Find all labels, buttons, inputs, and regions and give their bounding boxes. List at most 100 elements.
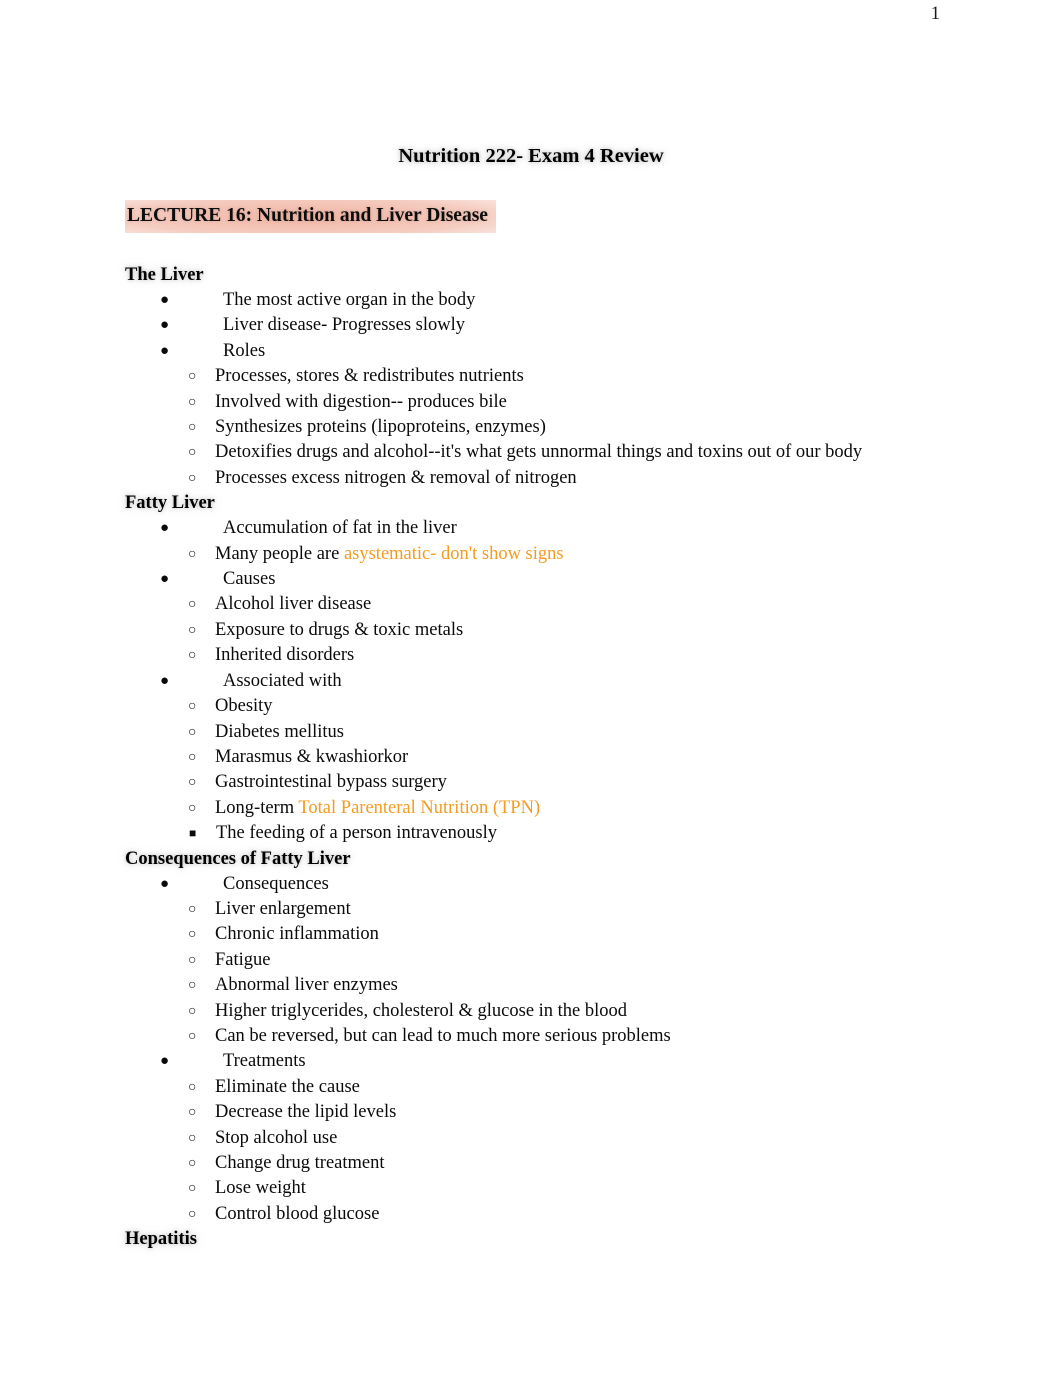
list-item-label: Obesity <box>215 696 273 717</box>
list-item: ● Consequences <box>160 872 937 897</box>
circle-bullet-icon: ○ <box>188 546 197 562</box>
consequences-sublist: ○ Liver enlargement ○ Chronic inflammati… <box>125 897 937 1049</box>
list-item-label-prefix: Many people are <box>215 543 344 564</box>
list-item-label: Decrease the lipid levels <box>215 1102 397 1123</box>
circle-bullet-icon: ○ <box>188 1206 197 1222</box>
list-item-label: Stop alcohol use <box>215 1127 338 1148</box>
section-heading-consequences-of-fatty-liver: Consequences of Fatty Liver <box>125 848 351 869</box>
list-item-label: Control blood glucose <box>215 1203 380 1224</box>
list-item-label: Higher triglycerides, cholesterol & gluc… <box>215 1000 628 1021</box>
list-item: ● Accumulation of fat in the liver <box>160 516 937 541</box>
circle-bullet-icon: ○ <box>188 699 197 715</box>
section-fatty-liver-heading-container: Fatty Liver <box>125 491 937 516</box>
list-item-label: Gastrointestinal bypass surgery <box>215 772 447 793</box>
fatty-liver-associated-sublist: ○ Obesity ○ Diabetes mellitus ○ Marasmus… <box>125 694 937 821</box>
list-item: ○ Control blood glucose <box>188 1202 937 1227</box>
circle-bullet-icon: ○ <box>188 648 197 664</box>
circle-bullet-icon: ○ <box>188 978 197 994</box>
list-item: ○ Abnormal liver enzymes <box>188 973 937 998</box>
list-item-label: Detoxifies drugs and alcohol--it's what … <box>215 442 863 463</box>
list-item: ● Roles <box>160 339 937 364</box>
fatty-liver-associated-list: ● Associated with <box>125 669 937 694</box>
list-item: ○ Alcohol liver disease <box>188 592 937 617</box>
circle-bullet-icon: ○ <box>188 445 197 461</box>
disc-bullet-icon: ● <box>160 292 170 308</box>
list-item-label: Synthesizes proteins (lipoproteins, enzy… <box>215 417 546 438</box>
list-item: ■ The feeding of a person intravenously <box>189 821 937 846</box>
fatty-liver-accumulation-list: ● Accumulation of fat in the liver <box>125 516 937 541</box>
list-item-label: Associated with <box>223 670 342 691</box>
list-item: ○ Detoxifies drugs and alcohol--it's wha… <box>188 440 937 465</box>
the-liver-roles-list: ○ Processes, stores & redistributes nutr… <box>125 364 937 491</box>
list-item: ○ Marasmus & kwashiorkor <box>188 745 937 770</box>
list-item: ○ Exposure to drugs & toxic metals <box>188 618 937 643</box>
list-item: ○ Long-term Total Parenteral Nutrition (… <box>188 796 937 821</box>
list-item: ○ Lose weight <box>188 1176 937 1201</box>
list-item: ○ Gastrointestinal bypass surgery <box>188 770 937 795</box>
list-item-label: Liver disease- Progresses slowly <box>223 315 465 336</box>
list-item: ○ Synthesizes proteins (lipoproteins, en… <box>188 415 937 440</box>
circle-bullet-icon: ○ <box>188 800 197 816</box>
disc-bullet-icon: ● <box>160 875 170 892</box>
circle-bullet-icon: ○ <box>188 724 197 740</box>
circle-bullet-icon: ○ <box>188 394 197 410</box>
list-item: ○ Change drug treatment <box>188 1151 937 1176</box>
list-item-label: Involved with digestion-- produces bile <box>215 391 507 412</box>
list-item: ○ Inherited disorders <box>188 643 937 668</box>
list-item-label: Treatments <box>223 1051 306 1072</box>
document-page: 1 Nutrition 222- Exam 4 Review LECTURE 1… <box>0 0 1062 1377</box>
circle-bullet-icon: ○ <box>188 749 197 765</box>
lecture-heading-container: LECTURE 16: Nutrition and Liver Disease <box>125 200 937 263</box>
square-bullet-icon: ■ <box>189 826 197 841</box>
circle-bullet-icon: ○ <box>188 1181 197 1197</box>
list-item: ○ Fatigue <box>188 948 937 973</box>
circle-bullet-icon: ○ <box>188 952 197 968</box>
list-item: ○ Higher triglycerides, cholesterol & gl… <box>188 999 937 1024</box>
consequences-label-list: ● Consequences <box>125 872 937 897</box>
list-item-label-accent: asystematic- don't show signs <box>343 543 564 564</box>
list-item-label: Accumulation of fat in the liver <box>223 518 457 539</box>
circle-bullet-icon: ○ <box>188 927 197 943</box>
list-item: ● Associated with <box>160 669 937 694</box>
list-item-label-prefix: Long-term <box>215 797 299 818</box>
list-item-label: Change drug treatment <box>215 1153 385 1173</box>
circle-bullet-icon: ○ <box>188 597 197 613</box>
list-item-label: Chronic inflammation <box>215 924 379 945</box>
section-consequences-heading-container: Consequences of Fatty Liver <box>125 847 937 872</box>
lecture-16-heading: LECTURE 16: Nutrition and Liver Disease <box>125 200 496 233</box>
circle-bullet-icon: ○ <box>188 775 197 791</box>
list-item-label-accent: Total Parenteral Nutrition (TPN) <box>298 797 541 818</box>
list-item-label: Processes, stores & redistributes nutrie… <box>215 366 524 387</box>
section-hepatitis-heading-container: Hepatitis <box>125 1227 937 1252</box>
treatments-sublist: ○ Eliminate the cause ○ Decrease the lip… <box>125 1075 937 1227</box>
fatty-liver-tpn-sublist: ■ The feeding of a person intravenously <box>125 821 937 846</box>
list-item-label: Diabetes mellitus <box>215 721 344 742</box>
disc-bullet-icon: ● <box>160 317 170 334</box>
list-item-label: Roles <box>223 340 266 361</box>
circle-bullet-icon: ○ <box>188 420 197 436</box>
circle-bullet-icon: ○ <box>188 1105 197 1121</box>
list-item: ○ Chronic inflammation <box>188 922 937 947</box>
list-item-label: Consequences <box>223 873 329 894</box>
circle-bullet-icon: ○ <box>188 369 197 385</box>
list-item: ● The most active organ in the body <box>160 288 937 313</box>
list-item: ○ Eliminate the cause <box>188 1075 937 1100</box>
circle-bullet-icon: ○ <box>188 1079 197 1095</box>
circle-bullet-icon: ○ <box>188 1130 197 1146</box>
circle-bullet-icon: ○ <box>188 1028 197 1044</box>
list-item-label: Exposure to drugs & toxic metals <box>215 619 464 640</box>
list-item: ○ Many people are asystematic- don't sho… <box>188 542 937 567</box>
list-item: ● Treatments <box>160 1049 937 1074</box>
section-heading-fatty-liver: Fatty Liver <box>125 493 215 514</box>
list-item: ○ Stop alcohol use <box>188 1126 937 1151</box>
list-item-label: Eliminate the cause <box>215 1076 360 1097</box>
list-item-label: Fatigue <box>215 949 271 970</box>
circle-bullet-icon: ○ <box>188 1003 197 1019</box>
fatty-liver-asymptomatic-list: ○ Many people are asystematic- don't sho… <box>125 542 937 567</box>
circle-bullet-icon: ○ <box>188 1156 197 1171</box>
disc-bullet-icon: ● <box>160 672 170 689</box>
list-item-label: Abnormal liver enzymes <box>215 975 398 996</box>
list-item-label: Lose weight <box>215 1178 306 1199</box>
disc-bullet-icon: ● <box>160 520 170 537</box>
circle-bullet-icon: ○ <box>188 622 197 638</box>
